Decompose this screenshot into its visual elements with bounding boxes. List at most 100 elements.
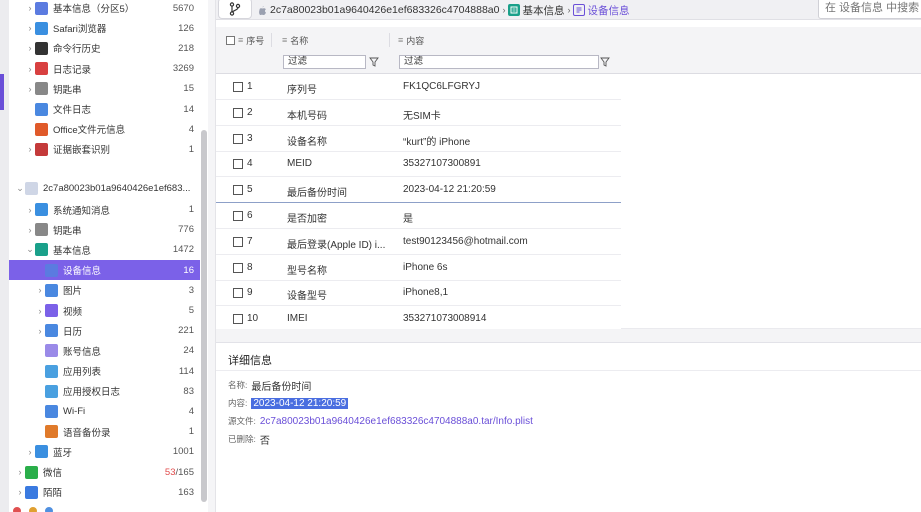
- sidebar-item[interactable]: › 微信 53/165: [9, 462, 200, 482]
- sidebar-item[interactable]: › 基本信息（分区5） 5670: [9, 0, 200, 18]
- breadcrumb-device[interactable]: 2c7a80023b01a9640426e1ef683326c4704888a0: [270, 4, 499, 16]
- sidebar-item[interactable]: › 日志记录 3269: [9, 59, 200, 79]
- chevron-icon[interactable]: ›: [35, 321, 45, 341]
- chevron-icon[interactable]: ›: [15, 462, 25, 482]
- details-panel: 详细信息 名称: 最后备份时间 内容: 2023-04-12 21:20:59 …: [216, 343, 921, 512]
- detail-source-link[interactable]: 2c7a80023b01a9640426e1ef683326c4704888a0…: [260, 416, 533, 427]
- sidebar-item[interactable]: Office文件元信息 4: [9, 119, 200, 139]
- table-row[interactable]: 8 型号名称 iPhone 6s: [216, 255, 621, 281]
- sidebar-item[interactable]: › 陌陌 163: [9, 482, 200, 502]
- sidebar-bottom-bar: [9, 504, 209, 512]
- row-index: 1: [247, 81, 253, 92]
- sidebar-item[interactable]: › 命令行历史 218: [9, 38, 200, 58]
- table-row[interactable]: 2 本机号码 无SIM卡: [216, 100, 621, 126]
- device-info-icon: [45, 263, 58, 277]
- column-drag-icon: ≡: [238, 35, 244, 45]
- sidebar-item[interactable]: 应用授权日志 83: [9, 381, 200, 401]
- sidebar-item-count: 114: [178, 365, 194, 377]
- row-checkbox[interactable]: [233, 133, 243, 144]
- column-header-content[interactable]: ≡ 内容: [389, 33, 424, 47]
- grid-empty-area: [621, 74, 921, 329]
- row-name: 设备名称: [287, 136, 327, 148]
- sidebar-item-count: 126: [178, 22, 194, 34]
- row-checkbox[interactable]: [233, 211, 243, 221]
- data-grid[interactable]: ≡ 序号 ≡ 名称 ≡ 内容 过滤 过滤 1 序列号 FK1QC6LFGRYJ 2 本机…: [216, 27, 621, 333]
- sidebar-item-count: 53/165: [160, 467, 200, 478]
- sidebar-tree[interactable]: › 基本信息（分区5） 5670 › Safari浏览器 126 › 命令行历史 218 › 日志记…: [9, 0, 200, 512]
- row-checkbox[interactable]: [233, 159, 243, 170]
- row-checkbox[interactable]: [233, 262, 243, 273]
- sidebar-item[interactable]: › 钥匙串 15: [9, 79, 200, 99]
- row-value: FK1QC6LFGRYJ: [403, 81, 481, 92]
- chevron-icon[interactable]: ›: [25, 220, 35, 240]
- row-value: test90123456@hotmail.com: [403, 235, 528, 247]
- row-name: 本机号码: [287, 110, 327, 122]
- table-row[interactable]: 1 序列号 FK1QC6LFGRYJ: [216, 74, 621, 100]
- sidebar-item[interactable]: 应用列表 114: [9, 361, 200, 381]
- sidebar-item[interactable]: › 视频 5: [9, 301, 200, 321]
- sidebar-item[interactable]: ⌄ 基本信息 1472: [9, 240, 200, 260]
- panel-splitter[interactable]: [216, 329, 921, 343]
- sidebar-item[interactable]: › Safari浏览器 126: [9, 18, 200, 38]
- sidebar-item[interactable]: 账号信息 24: [9, 341, 200, 361]
- filter-button-content[interactable]: [597, 54, 613, 70]
- filter-input-name[interactable]: 过滤: [283, 55, 366, 69]
- chevron-icon[interactable]: ›: [35, 280, 45, 300]
- row-checkbox[interactable]: [233, 185, 243, 196]
- detail-content-value[interactable]: 2023-04-12 21:20:59: [251, 397, 349, 409]
- sidebar-item[interactable]: 文件日志 14: [9, 99, 200, 119]
- sidebar-item-label: 微信: [43, 468, 63, 480]
- table-row[interactable]: 3 设备名称 “kurt”的 iPhone: [216, 126, 621, 152]
- row-checkbox[interactable]: [233, 288, 243, 299]
- sidebar-device-root[interactable]: ⌄ 2c7a80023b01a9640426e1ef683...: [9, 178, 200, 198]
- branch-button[interactable]: [218, 0, 252, 19]
- sidebar-item[interactable]: 设备信息 16: [9, 260, 200, 281]
- table-row[interactable]: 5 最后备份时间 2023-04-12 21:20:59: [216, 177, 621, 204]
- sidebar-item[interactable]: › 日历 221: [9, 321, 200, 341]
- sidebar-item-label: Safari浏览器: [53, 24, 107, 36]
- row-name: 最后备份时间: [287, 188, 347, 200]
- search-input[interactable]: [818, 0, 921, 19]
- sidebar-scrollbar[interactable]: [201, 130, 207, 502]
- filter-input-content[interactable]: 过滤: [399, 55, 599, 69]
- sidebar-item-count: 4: [188, 406, 194, 417]
- row-checkbox[interactable]: [233, 107, 243, 118]
- table-row[interactable]: 4 MEID 35327107300891: [216, 151, 621, 178]
- column-header-name[interactable]: ≡ 名称: [271, 33, 308, 47]
- chevron-icon[interactable]: ›: [25, 0, 35, 18]
- detail-source: 源文件: 2c7a80023b01a9640426e1ef683326c4704…: [228, 414, 533, 428]
- chevron-icon[interactable]: ›: [25, 139, 35, 159]
- column-header-index[interactable]: ≡ 序号: [226, 33, 264, 47]
- row-checkbox[interactable]: [233, 314, 243, 325]
- chevron-icon[interactable]: ›: [25, 200, 35, 220]
- sidebar-item[interactable]: › 系统通知消息 1: [9, 200, 200, 220]
- sidebar-item[interactable]: Wi-Fi 4: [9, 402, 200, 422]
- breadcrumb-group[interactable]: 基本信息: [522, 3, 564, 18]
- sidebar-item[interactable]: › 图片 3: [9, 280, 200, 300]
- chevron-icon[interactable]: ›: [35, 301, 45, 321]
- detail-name-value[interactable]: 最后备份时间: [251, 378, 311, 393]
- details-title: 详细信息: [228, 355, 272, 367]
- sidebar-item[interactable]: › 蓝牙 1001: [9, 442, 200, 462]
- filter-button-name[interactable]: [366, 54, 382, 70]
- chevron-icon[interactable]: ›: [25, 18, 35, 38]
- chevron-down-icon[interactable]: ⌄: [15, 178, 25, 198]
- chevron-icon[interactable]: ⌄: [25, 240, 35, 260]
- chevron-icon[interactable]: ›: [25, 38, 35, 58]
- sidebar-item-count: 3269: [172, 63, 194, 75]
- chevron-icon[interactable]: ›: [25, 59, 35, 79]
- table-row[interactable]: 7 最后登录(Apple ID) i... test90123456@hotmail…: [216, 229, 621, 255]
- chevron-icon[interactable]: ›: [25, 442, 35, 462]
- chevron-icon[interactable]: ›: [15, 482, 25, 502]
- select-all-checkbox[interactable]: [226, 35, 235, 45]
- chevron-icon[interactable]: ›: [25, 79, 35, 99]
- row-checkbox[interactable]: [233, 236, 243, 247]
- table-row[interactable]: 6 是否加密 是: [216, 203, 621, 229]
- sidebar-item[interactable]: › 钥匙串 776: [9, 220, 200, 240]
- row-checkbox[interactable]: [233, 82, 243, 92]
- sidebar-item[interactable]: › 证据嵌套识别 1: [9, 139, 200, 159]
- table-row[interactable]: 9 设备型号 iPhone8,1: [216, 280, 621, 307]
- breadcrumb-current[interactable]: 设备信息: [587, 3, 629, 18]
- sidebar-item[interactable]: 语音备份录 1: [9, 422, 200, 442]
- sidebar-item-label: 钥匙串: [53, 84, 82, 96]
